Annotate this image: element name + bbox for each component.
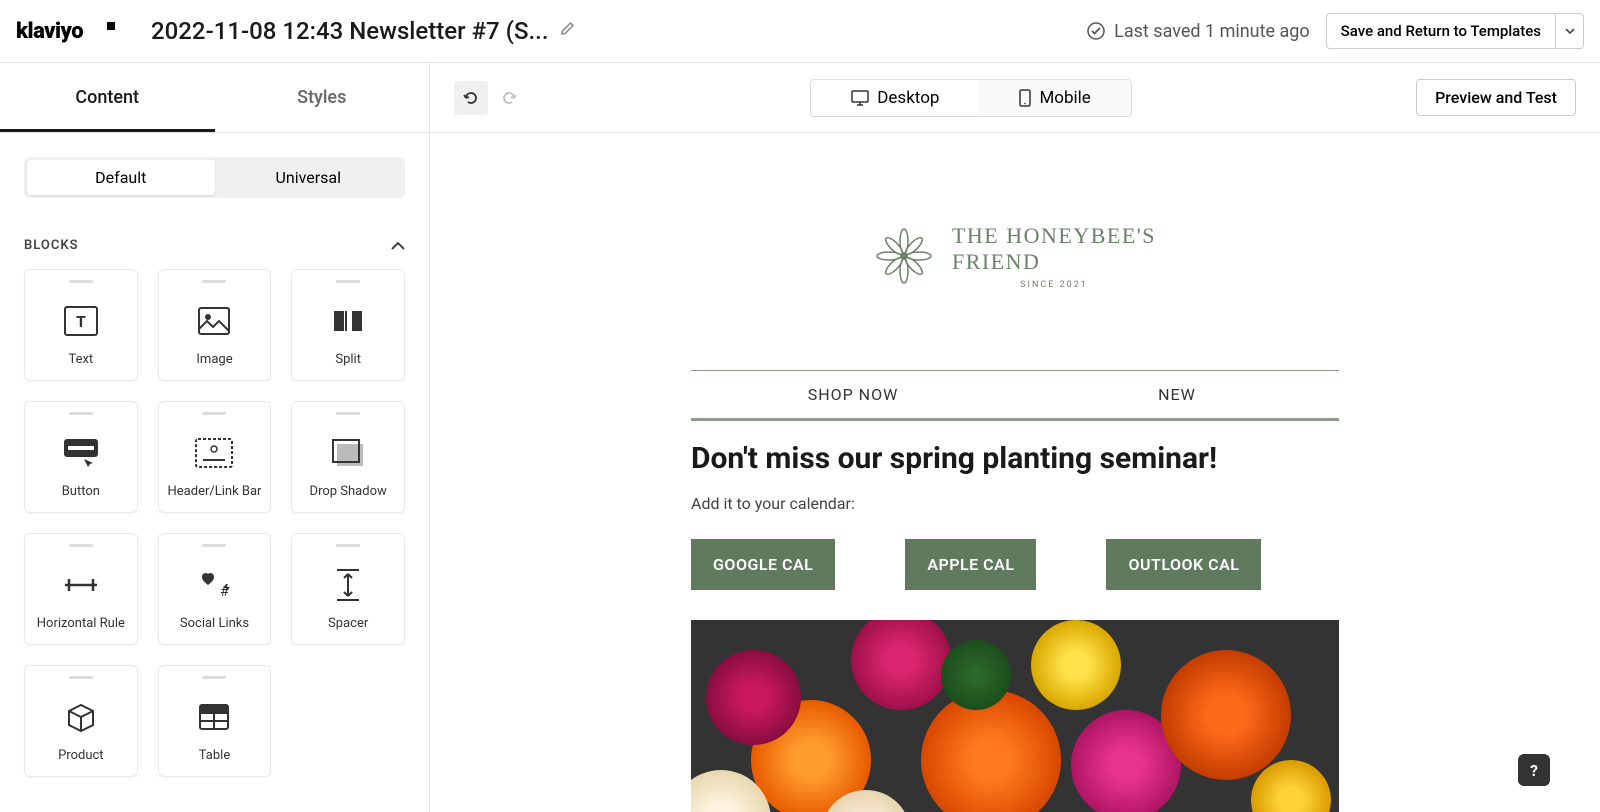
block-social-links[interactable]: # Social Links — [158, 533, 272, 645]
block-spacer[interactable]: Spacer — [291, 533, 405, 645]
mobile-icon — [1019, 89, 1031, 107]
desktop-icon — [851, 90, 869, 106]
block-product-label: Product — [58, 748, 103, 763]
toolbar-middle: Desktop Mobile Preview and Test — [430, 79, 1600, 117]
blocks-section-label: BLOCKS — [24, 238, 79, 253]
redo-button — [492, 81, 526, 115]
block-button-label: Button — [62, 484, 100, 499]
block-drop-shadow-label: Drop Shadow — [310, 484, 387, 499]
brand-name-line2: FRIEND — [952, 249, 1156, 275]
brand-name-line1: THE HONEYBEE'S — [952, 223, 1156, 249]
block-horizontal-rule[interactable]: Horizontal Rule — [24, 533, 138, 645]
redo-icon — [500, 89, 518, 107]
block-header-link-bar[interactable]: Header/Link Bar — [158, 401, 272, 513]
nav-new[interactable]: NEW — [1015, 371, 1339, 418]
email-body[interactable]: Don't miss our spring planting seminar! … — [691, 421, 1339, 610]
svg-text:klaviyo: klaviyo — [16, 19, 83, 44]
save-dropdown-caret[interactable] — [1556, 13, 1584, 49]
header-link-bar-icon — [193, 432, 235, 474]
horizontal-rule-icon — [60, 564, 102, 606]
product-icon — [60, 696, 102, 738]
undo-icon — [462, 89, 480, 107]
email-subtext: Add it to your calendar: — [691, 494, 1339, 513]
flower-icon — [874, 226, 934, 286]
image-block-icon — [193, 300, 235, 342]
block-product[interactable]: Product — [24, 665, 138, 777]
autosave-text: Last saved 1 minute ago — [1114, 21, 1310, 42]
nav-shop-now[interactable]: SHOP NOW — [691, 371, 1015, 418]
block-split[interactable]: Split — [291, 269, 405, 381]
apple-cal-button[interactable]: APPLE CAL — [905, 539, 1036, 590]
block-spacer-label: Spacer — [328, 616, 368, 631]
top-bar-right: Last saved 1 minute ago Save and Return … — [1086, 13, 1584, 49]
main-area: Default Universal BLOCKS T Text Image — [0, 133, 1600, 812]
undo-button[interactable] — [454, 81, 488, 115]
google-cal-button[interactable]: GOOGLE CAL — [691, 539, 835, 590]
block-table[interactable]: Table — [158, 665, 272, 777]
block-drop-shadow[interactable]: Drop Shadow — [291, 401, 405, 513]
block-split-label: Split — [335, 352, 361, 367]
tabs-container: Content Styles — [0, 63, 430, 132]
help-button[interactable]: ? — [1518, 754, 1550, 786]
edit-title-icon[interactable] — [559, 21, 575, 41]
email-hero-image[interactable] — [691, 620, 1339, 812]
device-mobile-button[interactable]: Mobile — [979, 80, 1130, 116]
block-button[interactable]: Button — [24, 401, 138, 513]
block-image[interactable]: Image — [158, 269, 272, 381]
button-block-icon — [60, 432, 102, 474]
tab-content[interactable]: Content — [0, 63, 215, 132]
campaign-title: 2022-11-08 12:43 Newsletter #7 (S... — [151, 17, 549, 45]
canvas-area: THE HONEYBEE'S FRIEND SINCE 2021 SHOP NO… — [430, 133, 1600, 812]
email-nav[interactable]: SHOP NOW NEW — [691, 370, 1339, 421]
save-button-group: Save and Return to Templates — [1326, 13, 1584, 49]
device-desktop-label: Desktop — [877, 88, 939, 108]
help-icon: ? — [1530, 761, 1538, 780]
block-table-label: Table — [199, 748, 230, 763]
blocks-section-header[interactable]: BLOCKS — [0, 222, 429, 269]
table-icon — [193, 696, 235, 738]
device-mobile-label: Mobile — [1039, 88, 1090, 108]
block-horizontal-rule-label: Horizontal Rule — [37, 616, 125, 631]
social-links-icon: # — [193, 564, 235, 606]
toolbar: Content Styles Desktop Mobile Preview an… — [0, 63, 1600, 133]
email-canvas[interactable]: THE HONEYBEE'S FRIEND SINCE 2021 SHOP NO… — [691, 183, 1339, 812]
brand-since: SINCE 2021 — [952, 280, 1156, 290]
drop-shadow-icon — [327, 432, 369, 474]
tab-styles[interactable]: Styles — [215, 63, 430, 132]
autosave-status: Last saved 1 minute ago — [1086, 21, 1310, 42]
text-block-icon: T — [60, 300, 102, 342]
email-brand-header[interactable]: THE HONEYBEE'S FRIEND SINCE 2021 — [691, 183, 1339, 320]
device-toggle: Desktop Mobile — [810, 79, 1132, 117]
sidebar: Default Universal BLOCKS T Text Image — [0, 133, 430, 812]
caret-down-icon — [1565, 28, 1575, 34]
calendar-buttons: GOOGLE CAL APPLE CAL OUTLOOK CAL — [691, 539, 1339, 590]
block-type-toggle: Default Universal — [24, 157, 405, 198]
preview-test-button[interactable]: Preview and Test — [1416, 79, 1576, 116]
toggle-universal[interactable]: Universal — [215, 160, 403, 195]
block-social-links-label: Social Links — [180, 616, 249, 631]
undo-redo-group — [454, 81, 526, 115]
save-return-button[interactable]: Save and Return to Templates — [1326, 13, 1556, 49]
outlook-cal-button[interactable]: OUTLOOK CAL — [1106, 539, 1261, 590]
brand-logo: THE HONEYBEE'S FRIEND SINCE 2021 — [874, 223, 1156, 290]
block-header-link-bar-label: Header/Link Bar — [168, 484, 262, 499]
split-block-icon — [327, 300, 369, 342]
svg-text:T: T — [76, 312, 86, 331]
toggle-default[interactable]: Default — [27, 160, 215, 195]
check-circle-icon — [1086, 21, 1106, 41]
email-headline: Don't miss our spring planting seminar! — [691, 441, 1339, 476]
spacer-icon — [327, 564, 369, 606]
block-text-label: Text — [68, 352, 93, 367]
brand-text: THE HONEYBEE'S FRIEND SINCE 2021 — [952, 223, 1156, 290]
device-desktop-button[interactable]: Desktop — [811, 80, 979, 116]
blocks-grid: T Text Image Split — [0, 269, 429, 801]
block-text[interactable]: T Text — [24, 269, 138, 381]
chevron-up-icon — [391, 242, 405, 250]
klaviyo-logo[interactable]: klaviyo — [16, 16, 121, 46]
top-bar: klaviyo 2022-11-08 12:43 Newsletter #7 (… — [0, 0, 1600, 63]
block-image-label: Image — [196, 352, 232, 367]
